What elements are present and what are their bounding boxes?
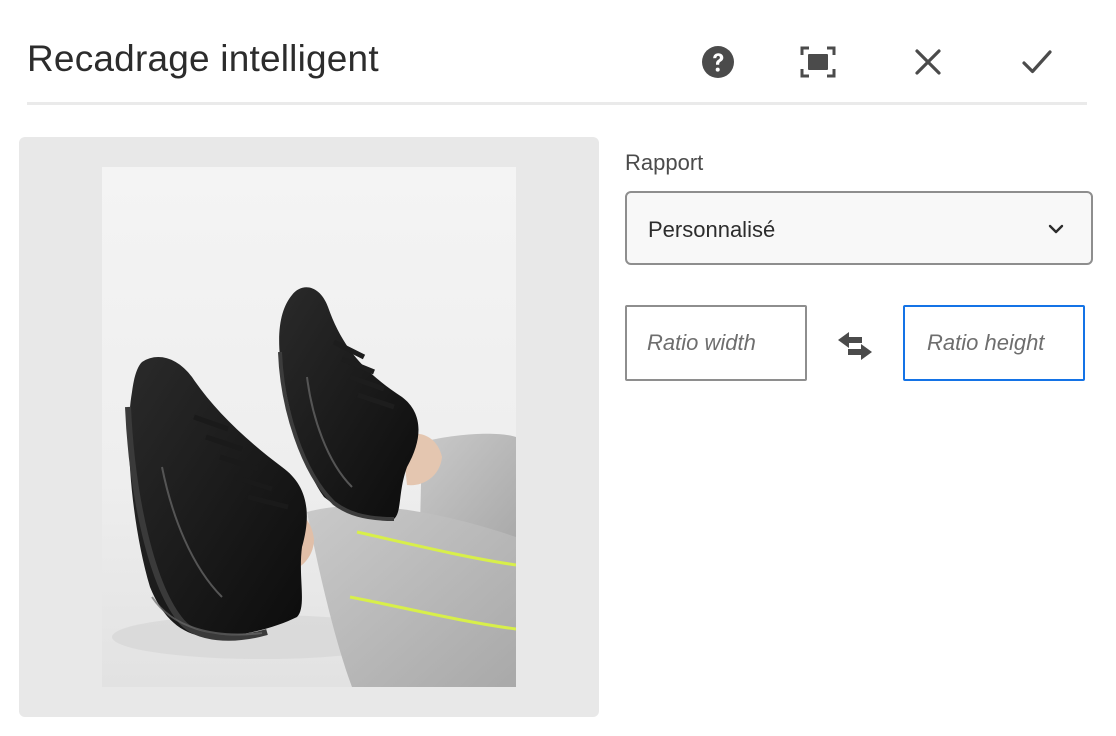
crop-image[interactable] xyxy=(102,167,516,687)
ratio-select-value: Personnalisé xyxy=(648,217,776,242)
close-button[interactable] xyxy=(906,40,950,84)
swap-ratio-button[interactable] xyxy=(835,326,875,366)
dialog-title: Recadrage intelligent xyxy=(27,38,379,79)
ratio-height-input[interactable] xyxy=(903,305,1085,381)
chevron-down-icon xyxy=(1048,224,1064,234)
black-sneakers-photo xyxy=(102,167,516,687)
ratio-width-input[interactable] xyxy=(625,305,807,381)
done-button[interactable] xyxy=(1015,40,1059,84)
image-preview-panel xyxy=(19,137,599,717)
dialog-header: Recadrage intelligent xyxy=(0,0,1116,106)
ratio-label: Rapport xyxy=(625,150,704,175)
fullscreen-button[interactable] xyxy=(796,40,840,84)
swap-arrows-icon xyxy=(838,332,872,360)
help-circle-icon xyxy=(702,46,734,78)
smart-crop-dialog: Recadrage intelligent Rapport Personnali… xyxy=(0,0,1116,736)
help-button[interactable] xyxy=(696,40,740,84)
checkmark-icon xyxy=(1022,50,1052,74)
fullscreen-icon xyxy=(800,46,836,78)
ratio-select[interactable]: Personnalisé xyxy=(625,191,1093,265)
header-divider xyxy=(27,102,1087,105)
close-icon xyxy=(915,49,941,75)
